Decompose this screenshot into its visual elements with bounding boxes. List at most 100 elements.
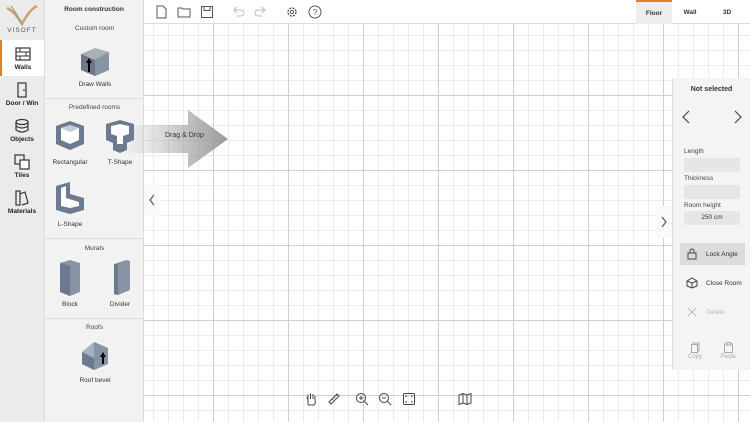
copy-label: Copy xyxy=(687,354,702,360)
drag-drop-hint: Drag & Drop xyxy=(165,132,204,139)
tiles-icon xyxy=(14,153,30,170)
rail-item-door-win[interactable]: Door / Win xyxy=(0,76,44,112)
save-button[interactable] xyxy=(199,4,215,20)
thickness-label: Thickness xyxy=(684,175,714,182)
folder-icon xyxy=(177,7,191,18)
delete-icon xyxy=(687,307,697,317)
new-file-button[interactable] xyxy=(153,4,169,20)
help-icon: ? xyxy=(308,5,322,19)
rail-item-materials[interactable]: Materials xyxy=(0,184,44,220)
paste-icon xyxy=(723,342,733,353)
undo-button[interactable] xyxy=(230,4,246,20)
copy-icon xyxy=(690,342,699,353)
block-mural-item[interactable]: Block xyxy=(51,258,89,308)
rectangular-room-icon xyxy=(56,121,84,150)
block-mural-label: Block xyxy=(62,301,78,308)
objects-icon xyxy=(15,118,29,133)
catalog-divider xyxy=(45,318,144,319)
rail-label-door-win: Door / Win xyxy=(5,99,39,107)
length-field[interactable] xyxy=(684,158,740,172)
new-file-icon xyxy=(156,5,167,19)
section-murals: Murals xyxy=(84,245,105,252)
catalog-divider xyxy=(45,98,144,99)
rail-label-objects: Objects xyxy=(10,135,34,143)
chevron-left-icon xyxy=(149,194,155,206)
next-element-button[interactable] xyxy=(732,110,744,124)
close-room-button[interactable]: Close Room xyxy=(680,272,745,294)
zoom-in-icon xyxy=(356,393,369,406)
draw-walls-item[interactable]: Draw Walls xyxy=(74,42,116,88)
copy-button[interactable]: Copy xyxy=(680,342,710,360)
svg-text:?: ? xyxy=(313,8,318,17)
rail-label-tiles: Tiles xyxy=(14,171,30,179)
tab-wall[interactable]: Wall xyxy=(672,0,708,24)
draw-walls-icon xyxy=(81,48,109,76)
collapse-catalog-button[interactable] xyxy=(144,184,160,216)
redo-icon xyxy=(254,6,266,17)
section-roofs: Roofs xyxy=(86,324,103,331)
close-room-icon xyxy=(686,277,698,289)
hand-icon xyxy=(306,393,316,406)
rail-label-materials: Materials xyxy=(7,207,37,215)
fit-view-button[interactable] xyxy=(402,392,418,408)
visoft-logo: VISOFT xyxy=(0,0,44,38)
roof-bevel-label: Roof bevel xyxy=(79,377,111,384)
divider-mural-icon xyxy=(114,260,130,295)
rectangular-room-item[interactable]: Rectangular xyxy=(51,118,89,166)
tab-3d[interactable]: 3D xyxy=(709,0,745,24)
redo-button[interactable] xyxy=(253,4,269,20)
paste-button[interactable]: Paste xyxy=(713,342,743,360)
undo-icon xyxy=(233,6,245,17)
paste-label: Paste xyxy=(720,354,736,360)
walls-icon xyxy=(15,46,31,61)
drag-drop-arrow xyxy=(124,110,228,168)
zoom-in-button[interactable] xyxy=(355,392,371,408)
catalog-divider xyxy=(45,238,144,239)
roof-bevel-item[interactable]: Roof bevel xyxy=(74,338,116,384)
logo-text: VISOFT xyxy=(7,27,37,34)
close-room-label: Close Room xyxy=(706,279,742,287)
rail-item-objects[interactable]: Objects xyxy=(0,112,44,148)
fit-screen-icon xyxy=(403,393,415,405)
zoom-out-button[interactable] xyxy=(378,392,394,408)
lock-angle-button[interactable]: Lock Angle xyxy=(680,243,745,265)
visoft-logo-icon xyxy=(6,4,38,26)
settings-button[interactable] xyxy=(284,4,300,20)
measure-tool-button[interactable] xyxy=(327,392,343,408)
catalog-title: Room construction xyxy=(64,6,124,13)
door-icon xyxy=(17,81,27,98)
lock-angle-label: Lock Angle xyxy=(706,250,738,258)
rail-item-walls[interactable]: Walls xyxy=(0,40,44,76)
block-mural-icon xyxy=(60,260,80,296)
chevron-right-icon xyxy=(661,216,667,228)
pan-tool-button[interactable] xyxy=(304,392,320,408)
room-construction-panel: Room construction Custom room Draw Walls… xyxy=(45,0,144,422)
collapse-properties-button[interactable] xyxy=(656,206,672,238)
map-icon xyxy=(458,392,472,406)
room-height-label: Room height xyxy=(684,202,721,209)
top-toolbar: ? Floor Wall 3D xyxy=(144,0,750,24)
zoom-out-icon xyxy=(379,393,392,406)
l-shape-room-icon xyxy=(56,182,84,214)
tab-floor[interactable]: Floor xyxy=(636,0,672,24)
delete-label: Delete xyxy=(706,308,725,316)
save-icon xyxy=(201,6,213,18)
length-label: Length xyxy=(684,148,704,155)
previous-element-button[interactable] xyxy=(680,110,692,124)
thickness-field[interactable] xyxy=(684,185,740,199)
gear-icon xyxy=(287,7,297,17)
materials-icon xyxy=(15,189,29,206)
rail-item-tiles[interactable]: Tiles xyxy=(0,148,44,184)
draw-walls-label: Draw Walls xyxy=(78,81,112,88)
rail-label-walls: Walls xyxy=(14,63,32,71)
section-custom-room: Custom room xyxy=(74,25,114,32)
room-height-field[interactable]: 250 cm xyxy=(684,211,740,225)
main-nav-rail: VISOFT Walls Door / Win Objects Tiles Ma… xyxy=(0,0,45,422)
help-button[interactable]: ? xyxy=(307,4,323,20)
lock-icon xyxy=(687,248,697,260)
delete-button[interactable]: Delete xyxy=(680,301,745,323)
divider-mural-item[interactable]: Divider xyxy=(101,258,139,308)
open-file-button[interactable] xyxy=(176,4,192,20)
floor-plan-map-button[interactable] xyxy=(458,392,474,408)
l-shape-room-item[interactable]: L-Shape xyxy=(51,180,89,228)
